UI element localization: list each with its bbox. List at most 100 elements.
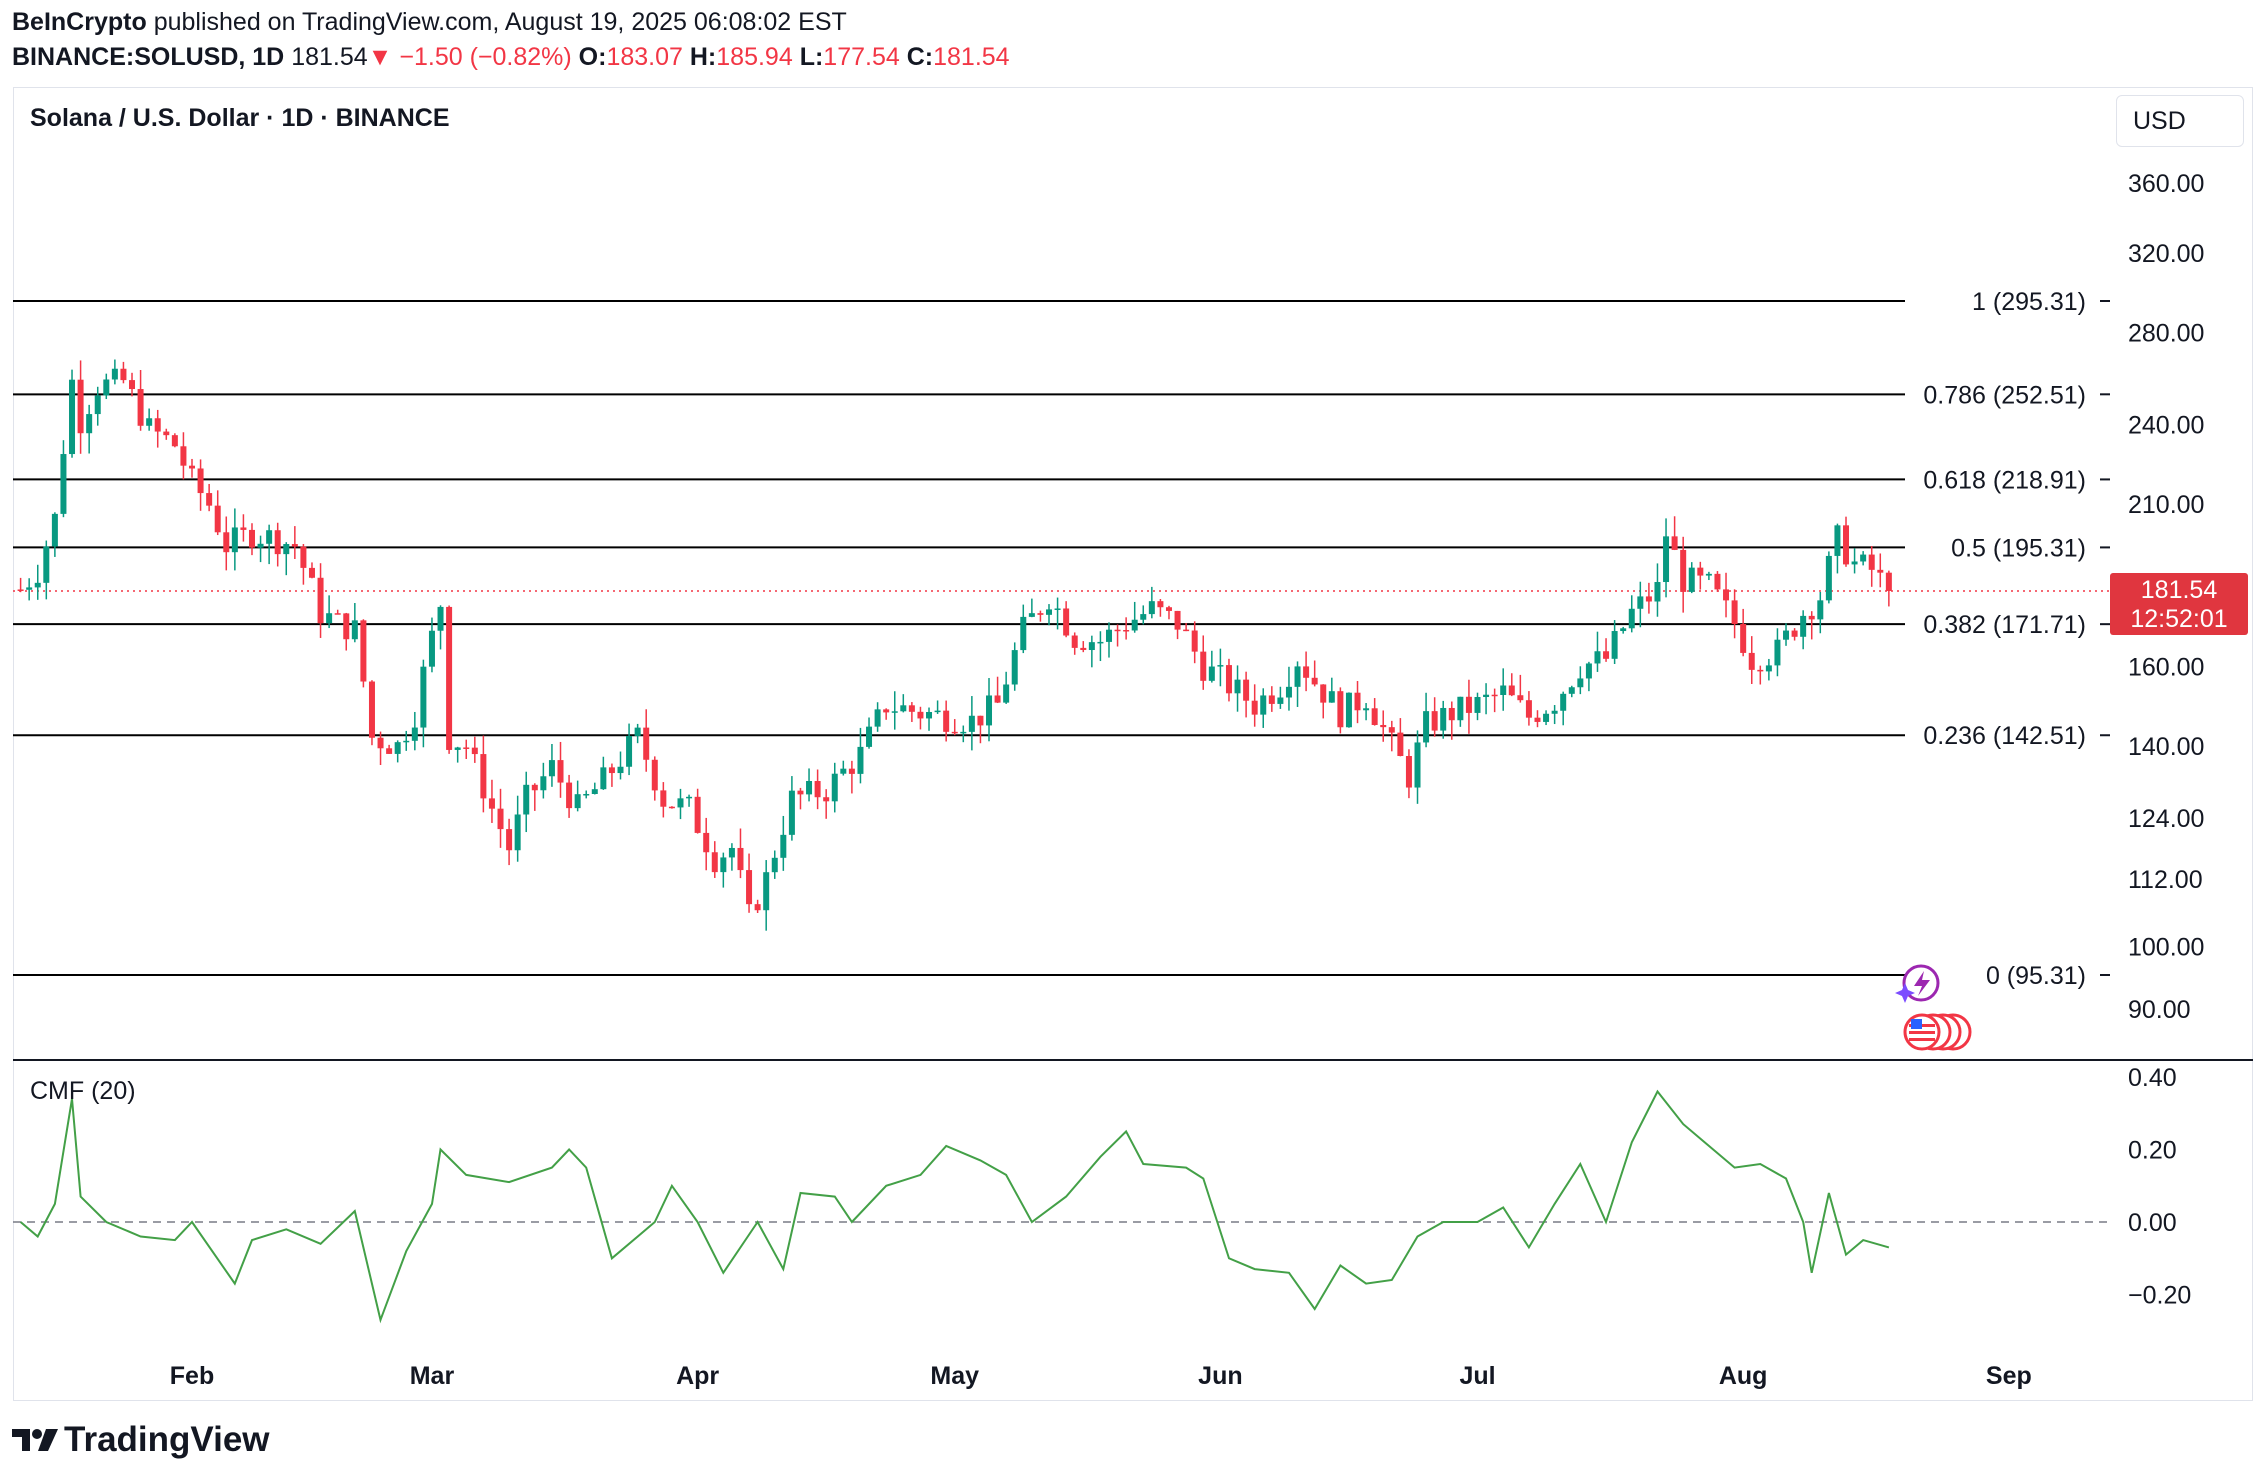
candle[interactable]: [1834, 523, 1841, 574]
candle[interactable]: [1491, 688, 1498, 713]
candle[interactable]: [1817, 591, 1824, 634]
candle[interactable]: [1157, 599, 1164, 617]
candle[interactable]: [1783, 623, 1790, 646]
candle[interactable]: [189, 458, 195, 478]
candle[interactable]: [231, 508, 238, 571]
candle[interactable]: [1123, 617, 1130, 640]
candle[interactable]: [1397, 718, 1404, 757]
candle[interactable]: [677, 788, 684, 820]
candle[interactable]: [1748, 636, 1755, 684]
fib-level-0[interactable]: 0 (95.31): [13, 962, 2110, 990]
candle[interactable]: [720, 852, 727, 888]
candle[interactable]: [1585, 661, 1592, 692]
candle[interactable]: [1774, 628, 1781, 677]
candle[interactable]: [1483, 683, 1490, 715]
candle[interactable]: [1217, 648, 1224, 687]
candle[interactable]: [1200, 635, 1207, 690]
candle[interactable]: [1440, 700, 1447, 739]
candle[interactable]: [1165, 605, 1172, 620]
candle[interactable]: [480, 735, 487, 813]
candle[interactable]: [651, 756, 658, 801]
candle[interactable]: [1140, 605, 1147, 625]
candle[interactable]: [934, 700, 941, 714]
candle[interactable]: [223, 516, 230, 571]
candle[interactable]: [300, 544, 307, 585]
candle[interactable]: [917, 706, 924, 730]
candle[interactable]: [1431, 697, 1438, 737]
candle[interactable]: [694, 788, 701, 834]
candle[interactable]: [514, 795, 521, 862]
candle[interactable]: [883, 708, 890, 720]
candle[interactable]: [1697, 561, 1704, 590]
candle[interactable]: [428, 617, 435, 673]
candle[interactable]: [1251, 684, 1258, 727]
candle[interactable]: [1088, 635, 1095, 668]
fib-level-0-236[interactable]: 0.236 (142.51): [13, 722, 2110, 750]
candle[interactable]: [274, 522, 281, 567]
candle[interactable]: [1628, 595, 1635, 633]
candle[interactable]: [1594, 631, 1601, 672]
candle[interactable]: [1337, 687, 1344, 734]
candle[interactable]: [866, 717, 873, 749]
candle[interactable]: [1800, 610, 1807, 650]
candle[interactable]: [874, 702, 881, 732]
candle[interactable]: [660, 782, 667, 818]
time-axis[interactable]: Feb Mar Apr May Jun Jul Aug Sep: [170, 1362, 2032, 1390]
candle[interactable]: [1311, 660, 1318, 687]
candle[interactable]: [1071, 632, 1078, 655]
candle[interactable]: [17, 577, 24, 593]
candle[interactable]: [1191, 621, 1198, 664]
candle[interactable]: [471, 736, 478, 763]
candle[interactable]: [814, 769, 821, 810]
candle[interactable]: [1105, 622, 1112, 658]
candle[interactable]: [377, 731, 384, 766]
candle[interactable]: [437, 605, 444, 650]
candle[interactable]: [120, 361, 127, 384]
candle[interactable]: [831, 762, 838, 813]
candle[interactable]: [1705, 571, 1712, 581]
candle[interactable]: [60, 440, 67, 518]
candle[interactable]: [1731, 589, 1738, 639]
us-flag-events-icon[interactable]: [1903, 1013, 1972, 1051]
candle[interactable]: [763, 860, 770, 931]
trading-ideas-icon[interactable]: [1895, 964, 1940, 1003]
candle[interactable]: [1225, 658, 1232, 702]
candle[interactable]: [94, 386, 101, 426]
candle[interactable]: [334, 609, 341, 615]
candle[interactable]: [351, 603, 358, 643]
candle[interactable]: [1508, 673, 1515, 697]
candle[interactable]: [69, 369, 76, 458]
candle[interactable]: [1688, 562, 1695, 594]
candle[interactable]: [1354, 681, 1361, 724]
candle[interactable]: [728, 843, 735, 871]
tradingview-logo[interactable]: TradingView: [12, 1420, 270, 1460]
candle[interactable]: [1448, 701, 1455, 740]
candle[interactable]: [308, 562, 315, 579]
candle[interactable]: [1620, 626, 1627, 634]
candle[interactable]: [1371, 698, 1378, 726]
candle[interactable]: [1405, 749, 1412, 799]
candle[interactable]: [1320, 684, 1327, 719]
candle[interactable]: [1080, 641, 1087, 653]
candle[interactable]: [951, 719, 958, 736]
candle[interactable]: [788, 776, 795, 841]
candle[interactable]: [403, 730, 410, 751]
candle[interactable]: [1808, 611, 1815, 640]
candle[interactable]: [531, 783, 538, 811]
candle[interactable]: [823, 789, 830, 819]
candle[interactable]: [1765, 658, 1772, 681]
candle[interactable]: [566, 774, 573, 818]
candle[interactable]: [411, 711, 418, 751]
candle[interactable]: [1851, 548, 1858, 574]
candle[interactable]: [908, 702, 915, 722]
candle[interactable]: [1843, 516, 1850, 567]
chart-canvas[interactable]: 1 (295.31) 0.786 (252.51) 0.618 (218.91) 0.…: [0, 0, 2266, 1476]
candle[interactable]: [986, 678, 993, 742]
candle[interactable]: [240, 514, 247, 542]
candle[interactable]: [591, 782, 598, 795]
candle[interactable]: [317, 563, 324, 638]
candle[interactable]: [608, 763, 615, 787]
candle[interactable]: [574, 780, 581, 812]
candle[interactable]: [368, 680, 375, 746]
candle[interactable]: [1020, 604, 1027, 654]
